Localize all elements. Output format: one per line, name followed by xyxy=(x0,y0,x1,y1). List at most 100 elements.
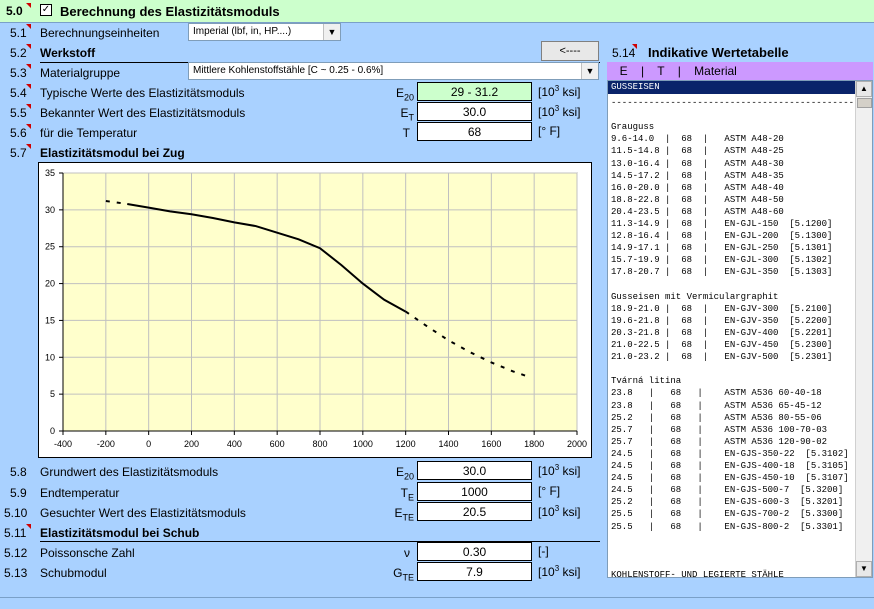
chevron-down-icon[interactable]: ▼ xyxy=(581,63,598,79)
x-tick-label: 1000 xyxy=(353,439,373,449)
symbol: E20 xyxy=(395,86,414,103)
list-item[interactable]: 19.6-21.8 | 68 | EN-GJV-350 [5.2200] xyxy=(611,315,832,327)
scroll-up-icon[interactable]: ▲ xyxy=(856,81,872,97)
list-item[interactable]: 25.5 | 68 | EN-GJS-800-2 [5.3301] xyxy=(611,521,843,533)
reference-table-list[interactable]: GUSSEISEN ------------------------------… xyxy=(607,80,873,578)
temperature-input[interactable]: 68 xyxy=(417,122,532,141)
list-item[interactable]: Gusseisen mit Vermiculargraphit xyxy=(611,291,778,303)
x-tick-label: -200 xyxy=(97,439,115,449)
scroll-down-icon[interactable]: ▼ xyxy=(856,561,872,577)
symbol: ET xyxy=(400,106,414,123)
material-group-value: Mittlere Kohlenstoffstähle [C ~ 0.25 - 0… xyxy=(193,65,384,76)
unit: [103 ksi] xyxy=(538,564,581,579)
section-material: Werkstoff xyxy=(40,46,96,60)
header-checkbox[interactable]: ✓ xyxy=(40,4,52,16)
list-item[interactable]: 11.5-14.8 | 68 | ASTM A48-25 xyxy=(611,145,784,157)
x-tick-label: 200 xyxy=(184,439,199,449)
list-item[interactable]: 12.8-16.4 | 68 | EN-GJL-200 [5.1300] xyxy=(611,230,832,242)
list-item[interactable]: 25.7 | 68 | ASTM A536 100-70-03 xyxy=(611,424,827,436)
chart-container: -400 -200 0 200 400 600 800 1000 1200 1400 1600 180… xyxy=(38,162,592,458)
unit: [-] xyxy=(538,544,549,558)
comment-marker xyxy=(26,524,31,529)
material-group-label: Materialgruppe xyxy=(40,66,121,80)
units-select[interactable]: Imperial (lbf, in, HP....) ▼ xyxy=(188,23,341,41)
y-tick-label: 25 xyxy=(45,242,55,252)
comment-marker xyxy=(26,124,31,129)
y-tick-label: 30 xyxy=(45,205,55,215)
table-title: Indikative Wertetabelle xyxy=(648,45,789,60)
list-item[interactable]: 17.8-20.7 | 68 | EN-GJL-350 [5.1303] xyxy=(611,266,832,278)
scroll-thumb[interactable] xyxy=(857,98,872,108)
list-item[interactable]: 25.5 | 68 | EN-GJS-700-2 [5.3300] xyxy=(611,508,843,520)
row-number: 5.13 xyxy=(4,566,28,580)
y-tick-label: 20 xyxy=(45,279,55,289)
list-item[interactable]: 23.8 | 68 | ASTM A536 65-45-12 xyxy=(611,400,822,412)
target-value-label: Gesuchter Wert des Elastizitätsmoduls xyxy=(40,506,246,520)
list-item[interactable]: 23.8 | 68 | ASTM A536 60-40-18 xyxy=(611,387,822,399)
x-tick-label: 1600 xyxy=(481,439,501,449)
symbol: ETE xyxy=(394,506,414,523)
back-button[interactable]: <---- xyxy=(541,41,599,61)
list-item[interactable]: 14.9-17.1 | 68 | EN-GJL-250 [5.1301] xyxy=(611,242,832,254)
chevron-down-icon[interactable]: ▼ xyxy=(323,24,340,40)
list-item[interactable]: 25.2 | 68 | EN-GJS-600-3 [5.3201] xyxy=(611,496,843,508)
x-tick-label: 1400 xyxy=(438,439,458,449)
list-item[interactable]: 18.9-21.0 | 68 | EN-GJV-300 [5.2100] xyxy=(611,303,832,315)
list-item[interactable]: ----------------------------------------… xyxy=(611,97,865,109)
list-item[interactable]: 25.7 | 68 | ASTM A536 120-90-02 xyxy=(611,436,827,448)
chart-section-title: Elastizitätsmodul bei Zug xyxy=(40,146,185,160)
comment-marker xyxy=(26,3,31,8)
list-item[interactable]: 13.0-16.4 | 68 | ASTM A48-30 xyxy=(611,158,784,170)
list-item[interactable]: 14.5-17.2 | 68 | ASTM A48-35 xyxy=(611,170,784,182)
symbol: TE xyxy=(400,486,414,503)
header-number: 5.0 xyxy=(6,4,23,18)
unit: [103 ksi] xyxy=(538,84,581,99)
list-item[interactable]: 24.5 | 68 | EN-GJS-450-10 [5.3107] xyxy=(611,472,849,484)
section-shear: Elastizitätsmodul bei Schub xyxy=(40,526,200,540)
list-item-selected[interactable]: GUSSEISEN xyxy=(608,81,856,94)
unit: [103 ksi] xyxy=(538,104,581,119)
list-item[interactable]: Tvárná litina xyxy=(611,375,681,387)
y-tick-label: 35 xyxy=(45,168,55,178)
poisson-input[interactable]: 0.30 xyxy=(417,542,532,561)
row-number: 5.10 xyxy=(4,506,28,520)
typical-values-label: Typische Werte des Elastizitätsmoduls xyxy=(40,86,245,100)
list-item[interactable]: 21.0-22.5 | 68 | EN-GJV-450 [5.2300] xyxy=(611,339,832,351)
list-item[interactable]: 20.3-21.8 | 68 | EN-GJV-400 [5.2201] xyxy=(611,327,832,339)
list-item[interactable]: 24.5 | 68 | EN-GJS-500-7 [5.3200] xyxy=(611,484,843,496)
page-title: Berechnung des Elastizitätsmoduls xyxy=(60,4,280,19)
modulus-chart: -400 -200 0 200 400 600 800 1000 1200 1400 1600 180… xyxy=(45,168,587,449)
row-number: 5.12 xyxy=(4,546,28,560)
list-item[interactable]: 25.2 | 68 | ASTM A536 80-55-06 xyxy=(611,412,822,424)
list-item[interactable]: 24.5 | 68 | EN-GJS-350-22 [5.3102] xyxy=(611,448,849,460)
unit: [103 ksi] xyxy=(538,504,581,519)
x-tick-label: 400 xyxy=(227,439,242,449)
row-number: 5.8 xyxy=(10,465,27,479)
list-item[interactable]: KOHLENSTOFF- UND LEGIERTE STÄHLE xyxy=(611,569,784,577)
list-item[interactable]: 18.8-22.8 | 68 | ASTM A48-50 xyxy=(611,194,784,206)
scrollbar[interactable]: ▲ ▼ xyxy=(855,81,872,577)
list-item[interactable]: 16.0-20.0 | 68 | ASTM A48-40 xyxy=(611,182,784,194)
x-tick-label: 1800 xyxy=(524,439,544,449)
list-item[interactable]: 11.3-14.9 | 68 | EN-GJL-150 [5.1200] xyxy=(611,218,832,230)
list-item[interactable]: 15.7-19.9 | 68 | EN-GJL-300 [5.1302] xyxy=(611,254,832,266)
comment-marker xyxy=(26,104,31,109)
table-header: E | T | Material xyxy=(607,62,873,80)
row-number: 5.6 xyxy=(10,126,27,140)
list-item[interactable]: 21.0-23.2 | 68 | EN-GJV-500 [5.2301] xyxy=(611,351,832,363)
symbol: ν xyxy=(404,546,410,560)
list-item[interactable]: Grauguss xyxy=(611,121,654,133)
end-temperature-input[interactable]: 1000 xyxy=(417,482,532,501)
comment-marker xyxy=(26,64,31,69)
list-item[interactable]: 20.4-23.5 | 68 | ASTM A48-60 xyxy=(611,206,784,218)
list-item[interactable]: 24.5 | 68 | EN-GJS-400-18 [5.3105] xyxy=(611,460,849,472)
x-tick-label: 1200 xyxy=(396,439,416,449)
unit: [° F] xyxy=(538,484,561,498)
x-tick-label: 2000 xyxy=(567,439,587,449)
x-tick-label: 0 xyxy=(146,439,151,449)
material-group-select[interactable]: Mittlere Kohlenstoffstähle [C ~ 0.25 - 0… xyxy=(188,62,599,80)
temperature-label: für die Temperatur xyxy=(40,126,138,140)
known-value-input[interactable]: 30.0 xyxy=(417,102,532,121)
comment-marker xyxy=(26,144,31,149)
list-item[interactable]: 9.6-14.0 | 68 | ASTM A48-20 xyxy=(611,133,784,145)
